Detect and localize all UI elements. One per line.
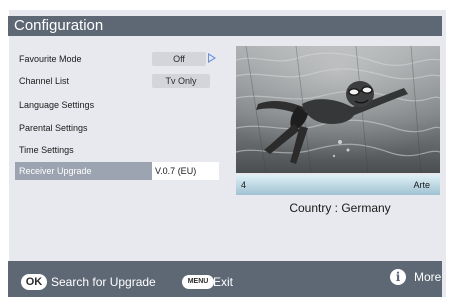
menu-item-label: Parental Settings	[19, 123, 88, 133]
tv-screen: Configuration Favourite Mode Off Channel…	[0, 0, 450, 307]
menu-item-receiver-upgrade[interactable]: Receiver Upgrade V.0.7 (EU)	[15, 162, 219, 180]
channel-preview-image	[236, 46, 440, 173]
info-icon[interactable]: i	[390, 269, 406, 285]
receiver-upgrade-version: V.0.7 (EU)	[152, 162, 219, 180]
ok-key-icon[interactable]: OK	[21, 274, 47, 290]
menu-item-time-settings[interactable]: Time Settings	[15, 141, 219, 159]
more-action-label: More	[414, 270, 442, 284]
favourite-mode-value: Off	[152, 52, 206, 66]
menu-item-label: Time Settings	[19, 145, 74, 155]
menu-item-parental-settings[interactable]: Parental Settings	[15, 119, 219, 137]
channel-number: 4	[241, 180, 247, 190]
channel-info-bar: 4 Arte	[236, 175, 440, 195]
channel-name: Arte	[413, 180, 430, 190]
menu-item-channel-list[interactable]: Channel List Tv Only	[15, 72, 219, 90]
menu-item-label: Favourite Mode	[19, 54, 82, 64]
menu-item-label: Receiver Upgrade	[19, 166, 92, 176]
channel-list-value: Tv Only	[152, 74, 210, 88]
menu-item-language-settings[interactable]: Language Settings	[15, 96, 219, 114]
country-label: Country : Germany	[289, 201, 391, 215]
arrow-right-icon[interactable]	[208, 53, 216, 63]
exit-action-label: Exit	[213, 275, 234, 289]
menu-key-icon[interactable]: MENU	[182, 275, 214, 289]
menu-item-label: Channel List	[19, 76, 70, 86]
footer-bar: OK Search for Upgrade MENU Exit i More	[8, 261, 442, 297]
ok-action-label: Search for Upgrade	[51, 275, 156, 289]
menu-item-favourite-mode[interactable]: Favourite Mode Off	[15, 50, 219, 68]
page-title: Configuration	[8, 16, 442, 36]
menu-item-label: Language Settings	[19, 100, 95, 110]
